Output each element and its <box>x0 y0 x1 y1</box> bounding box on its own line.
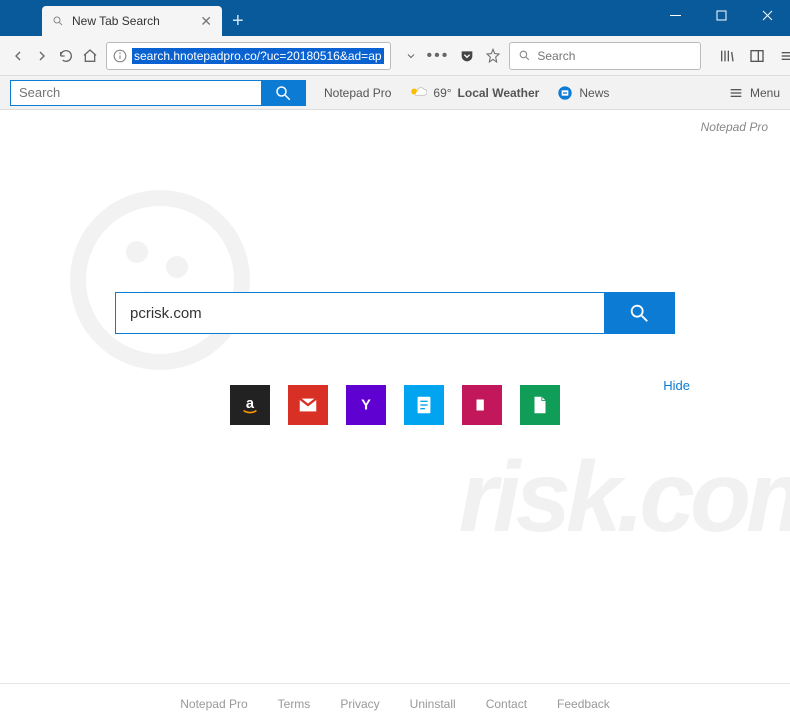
weather-icon <box>409 86 427 100</box>
main-search-button[interactable] <box>604 293 674 333</box>
address-controls: ••• <box>405 47 502 65</box>
footer-link-notepad-pro[interactable]: Notepad Pro <box>180 697 247 711</box>
svg-text:a: a <box>246 396 255 412</box>
browser-search-input[interactable] <box>537 49 692 63</box>
ext-notepad-link[interactable]: Notepad Pro <box>324 86 391 100</box>
hamburger-menu-icon[interactable] <box>779 48 790 64</box>
ext-menu-label: Menu <box>750 86 780 100</box>
tile-share[interactable] <box>462 385 502 425</box>
main-search <box>115 292 675 334</box>
home-button[interactable] <box>82 44 98 68</box>
ext-notepad-label: Notepad Pro <box>324 86 391 100</box>
browser-search-bar[interactable] <box>509 42 701 70</box>
window-minimize-button[interactable] <box>652 0 698 30</box>
address-url: search.hnotepadpro.co/?uc=20180516&ad=ap <box>132 48 384 64</box>
footer-link-privacy[interactable]: Privacy <box>340 697 379 711</box>
ext-news-link[interactable]: News <box>557 85 609 101</box>
quick-tiles: aY <box>230 385 560 425</box>
tile-notes[interactable] <box>404 385 444 425</box>
search-icon <box>628 302 650 324</box>
svg-text:Y: Y <box>361 398 371 414</box>
new-tab-button[interactable]: + <box>222 6 254 36</box>
footer-link-contact[interactable]: Contact <box>486 697 527 711</box>
library-icon[interactable] <box>719 48 735 64</box>
footer-link-terms[interactable]: Terms <box>278 697 311 711</box>
tab-title: New Tab Search <box>72 14 160 28</box>
news-icon <box>557 85 573 101</box>
ext-search-input[interactable] <box>11 81 261 105</box>
extension-toolbar: Notepad Pro 69° Local Weather News Menu <box>0 76 790 110</box>
info-icon <box>113 49 127 63</box>
forward-button[interactable] <box>34 44 50 68</box>
tab-close-icon[interactable]: ✕ <box>200 13 212 30</box>
tile-yahoo[interactable]: Y <box>346 385 386 425</box>
reload-button[interactable] <box>58 44 74 68</box>
titlebar: New Tab Search ✕ + <box>0 0 790 36</box>
footer-link-feedback[interactable]: Feedback <box>557 697 610 711</box>
page-content: Notepad Pro Hide aY <box>0 110 790 683</box>
bookmark-star-icon[interactable] <box>485 48 501 64</box>
tile-amazon[interactable]: a <box>230 385 270 425</box>
nav-toolbar: search.hnotepadpro.co/?uc=20180516&ad=ap… <box>0 36 790 76</box>
window-maximize-button[interactable] <box>698 0 744 30</box>
ext-weather-label: Local Weather <box>458 86 540 100</box>
browser-tab[interactable]: New Tab Search ✕ <box>42 6 222 36</box>
chevron-down-icon[interactable] <box>405 50 417 62</box>
tile-docs[interactable] <box>520 385 560 425</box>
window-close-button[interactable] <box>744 0 790 30</box>
ext-news-label: News <box>579 86 609 100</box>
ext-search <box>10 80 306 106</box>
pocket-icon[interactable] <box>459 48 475 64</box>
search-icon <box>274 84 292 102</box>
page-actions-icon[interactable]: ••• <box>427 47 450 65</box>
ext-weather-link[interactable]: 69° Local Weather <box>409 86 539 100</box>
address-bar[interactable]: search.hnotepadpro.co/?uc=20180516&ad=ap <box>106 42 391 70</box>
main-search-input[interactable] <box>116 293 604 333</box>
back-button[interactable] <box>10 44 26 68</box>
search-icon <box>52 15 64 27</box>
hide-link[interactable]: Hide <box>663 378 690 393</box>
ext-search-button[interactable] <box>261 81 305 105</box>
search-icon <box>518 49 531 62</box>
footer-link-uninstall[interactable]: Uninstall <box>410 697 456 711</box>
hamburger-menu-icon <box>728 85 744 101</box>
tile-gmail[interactable] <box>288 385 328 425</box>
ext-weather-temp: 69° <box>433 86 451 100</box>
footer: Notepad Pro Terms Privacy Uninstall Contact F… <box>0 683 790 723</box>
sidebar-icon[interactable] <box>749 48 765 64</box>
ext-menu-button[interactable]: Menu <box>728 85 780 101</box>
